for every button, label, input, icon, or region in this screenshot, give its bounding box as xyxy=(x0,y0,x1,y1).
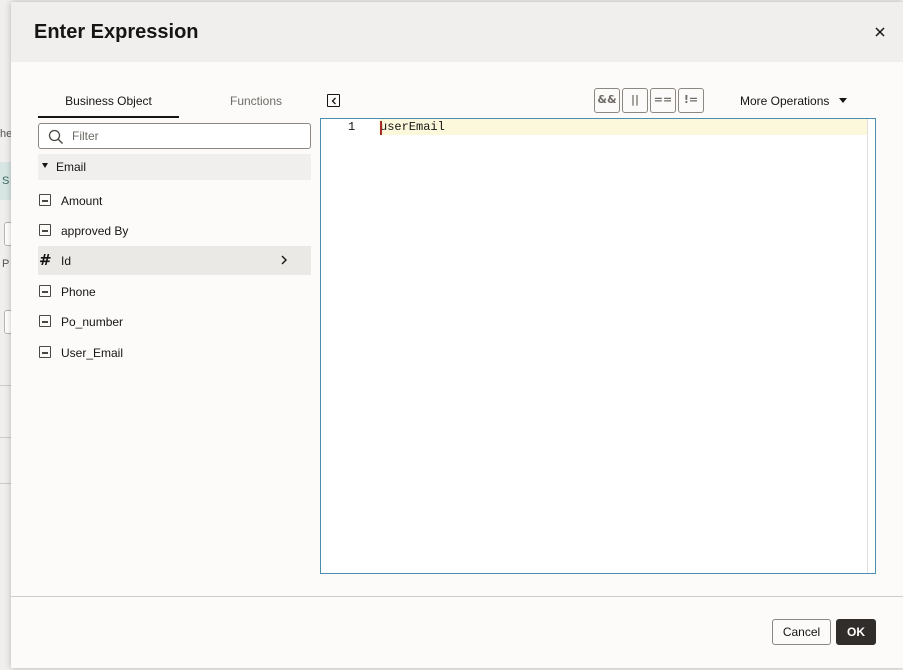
field-item-id[interactable]: # Id xyxy=(38,246,311,275)
close-button[interactable] xyxy=(871,23,889,41)
field-label: Phone xyxy=(61,285,96,299)
tree-node-email[interactable]: Email xyxy=(38,154,311,180)
source-tabs: Business Object Functions xyxy=(38,88,310,120)
collapse-panel-button[interactable] xyxy=(327,94,340,107)
dialog-header: Enter Expression xyxy=(11,2,903,62)
tab-functions[interactable]: Functions xyxy=(190,88,322,118)
caret-down-icon[interactable] xyxy=(42,163,48,168)
field-item-approved-by[interactable]: approved By xyxy=(38,216,311,245)
caret-down-icon xyxy=(839,98,848,103)
field-item-po-number[interactable]: Po_number xyxy=(38,307,311,336)
equals-operator-button[interactable]: == xyxy=(650,88,676,113)
code-line[interactable]: userEmail xyxy=(380,120,445,134)
line-number: 1 xyxy=(348,120,356,134)
chevron-left-icon xyxy=(331,97,336,104)
and-icon: && xyxy=(597,93,617,106)
equals-icon: == xyxy=(653,93,673,106)
field-item-user-email[interactable]: User_Email xyxy=(38,338,311,367)
ok-button[interactable]: OK xyxy=(836,619,876,645)
field-label: Po_number xyxy=(61,315,124,329)
active-line-highlight xyxy=(379,119,867,135)
text-field-icon xyxy=(39,285,51,297)
not-equals-icon: != xyxy=(683,93,699,106)
text-field-icon xyxy=(39,194,51,206)
field-label: approved By xyxy=(61,224,129,238)
field-label: Amount xyxy=(61,194,103,208)
text-cursor xyxy=(380,121,382,135)
expression-editor[interactable]: 1 userEmail xyxy=(320,118,876,574)
not-equals-operator-button[interactable]: != xyxy=(678,88,704,113)
more-operations-label: More Operations xyxy=(740,94,830,108)
close-icon xyxy=(875,27,885,37)
footer-divider xyxy=(11,596,903,597)
field-label: User_Email xyxy=(61,346,124,360)
filter-input[interactable] xyxy=(72,127,297,145)
dialog-title: Enter Expression xyxy=(34,21,199,43)
text-field-icon xyxy=(39,315,51,327)
search-icon xyxy=(48,129,63,144)
field-item-amount[interactable]: Amount xyxy=(38,186,311,215)
chevron-right-icon[interactable] xyxy=(279,254,289,266)
background-text-fragment: S xyxy=(2,175,10,187)
or-icon: || xyxy=(630,93,640,106)
background-text-fragment: P xyxy=(2,258,10,270)
tree-node-label: Email xyxy=(56,160,87,174)
or-operator-button[interactable]: || xyxy=(622,88,648,113)
hash-icon: # xyxy=(39,251,52,269)
more-operations-menu[interactable]: More Operations xyxy=(740,94,848,108)
text-field-icon xyxy=(39,224,51,236)
text-field-icon xyxy=(39,346,51,358)
field-label: Id xyxy=(61,254,72,268)
and-operator-button[interactable]: && xyxy=(594,88,620,113)
expression-dialog: Enter Expression Business Object Functio… xyxy=(11,2,903,668)
filter-field[interactable] xyxy=(38,123,311,149)
tab-business-object[interactable]: Business Object xyxy=(38,88,179,118)
field-item-phone[interactable]: Phone xyxy=(38,277,311,306)
editor-scrollbar[interactable] xyxy=(867,119,868,573)
cancel-button[interactable]: Cancel xyxy=(772,619,831,645)
